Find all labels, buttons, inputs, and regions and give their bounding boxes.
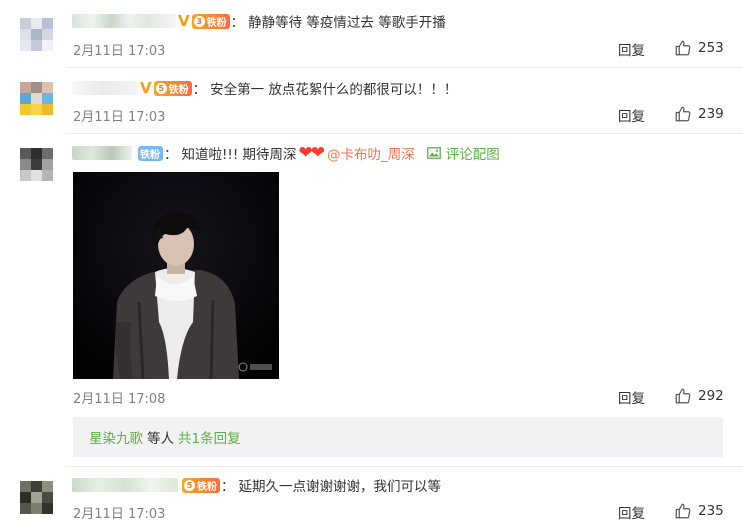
fan-badge[interactable]: 5 铁粉 bbox=[153, 80, 192, 96]
divider bbox=[66, 466, 743, 467]
like-count: 239 bbox=[698, 106, 724, 122]
comment-line: V 3 铁粉 ： 静静等待 等疫情过去 等歌手开播 bbox=[72, 10, 446, 32]
heart-icon: ❤❤ bbox=[298, 143, 325, 163]
reply-button[interactable]: 回复 bbox=[618, 39, 645, 59]
comment-line: 铁粉 ： 知道啦!!! 期待周深 ❤❤ @卡布叻_周深 评论配图 bbox=[72, 142, 500, 164]
comment-text: 知道啦!!! 期待周深 bbox=[181, 147, 297, 163]
comment-date: 2月11日 17:03 bbox=[73, 110, 166, 125]
username-blurred[interactable] bbox=[72, 14, 176, 28]
sub-reply-count-link[interactable]: 共1条回复 bbox=[178, 427, 241, 447]
comment-line: V 5 铁粉 ： 安全第一 放点花絮什么的都很可以！！！ bbox=[72, 77, 457, 99]
thumbs-up-icon bbox=[675, 40, 691, 56]
comment-date: 2月11日 17:08 bbox=[73, 392, 166, 407]
avatar[interactable] bbox=[20, 82, 53, 115]
like-count: 253 bbox=[698, 40, 724, 56]
divider bbox=[66, 133, 743, 134]
reply-button[interactable]: 回复 bbox=[618, 387, 645, 407]
comment-line: 5 铁粉 ： 延期久一点谢谢谢谢，我们可以等 bbox=[72, 474, 441, 496]
comment-picture-link[interactable]: 评论配图 bbox=[426, 143, 500, 163]
username-blurred[interactable] bbox=[72, 81, 138, 95]
like-count: 292 bbox=[698, 388, 724, 404]
comment-date: 2月11日 17:03 bbox=[73, 507, 166, 522]
like-button[interactable]: 239 bbox=[674, 105, 724, 123]
thumbs-up-icon bbox=[675, 388, 691, 404]
sub-replies-box[interactable]: 星染九歌 等人 共1条回复 bbox=[73, 417, 723, 457]
sub-reply-user[interactable]: 星染九歌 bbox=[89, 427, 143, 447]
like-button[interactable]: 292 bbox=[674, 387, 724, 405]
concert-photo-image bbox=[73, 172, 279, 379]
mention-link[interactable]: @卡布叻_周深 bbox=[327, 143, 415, 163]
avatar[interactable] bbox=[20, 18, 53, 51]
divider bbox=[66, 67, 743, 68]
fan-badge[interactable]: 铁粉 bbox=[138, 145, 163, 161]
comment-text: 静静等待 等疫情过去 等歌手开播 bbox=[248, 15, 446, 31]
vip-crown-icon: V bbox=[140, 79, 152, 97]
username-blurred[interactable] bbox=[72, 146, 132, 160]
like-count: 235 bbox=[698, 503, 724, 519]
thumbs-up-icon bbox=[675, 106, 691, 122]
comment-date: 2月11日 17:03 bbox=[73, 44, 166, 59]
avatar[interactable] bbox=[20, 148, 53, 181]
picture-icon bbox=[426, 147, 441, 159]
like-button[interactable]: 235 bbox=[674, 502, 724, 520]
fan-badge[interactable]: 3 铁粉 bbox=[191, 13, 230, 29]
fan-badge[interactable]: 5 铁粉 bbox=[182, 477, 220, 493]
like-button[interactable]: 253 bbox=[674, 39, 724, 57]
avatar[interactable] bbox=[20, 481, 53, 514]
thumbs-up-icon bbox=[675, 503, 691, 519]
comment-text: 延期久一点谢谢谢谢，我们可以等 bbox=[238, 479, 442, 495]
reply-button[interactable]: 回复 bbox=[618, 502, 645, 522]
comment-photo[interactable] bbox=[73, 172, 279, 379]
username-blurred[interactable] bbox=[72, 478, 178, 492]
comment-text: 安全第一 放点花絮什么的都很可以！！！ bbox=[210, 82, 458, 98]
sub-reply-others: 等人 bbox=[147, 431, 174, 447]
reply-button[interactable]: 回复 bbox=[618, 105, 645, 125]
vip-crown-icon: V bbox=[178, 12, 190, 30]
